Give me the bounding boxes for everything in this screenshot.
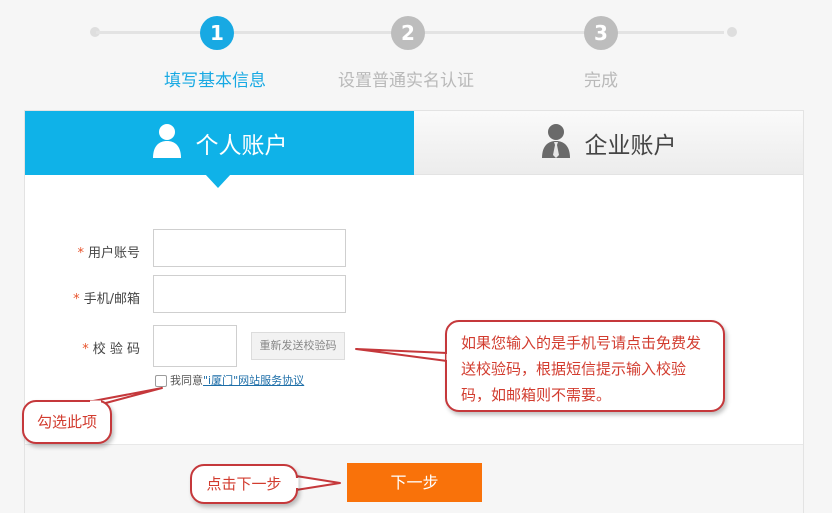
callout-pointer-joins bbox=[90, 354, 450, 488]
